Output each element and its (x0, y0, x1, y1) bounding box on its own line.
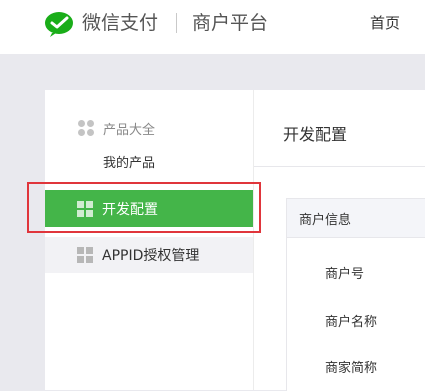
nav-home-link[interactable]: 首页 (370, 14, 400, 32)
sidebar-item-dev-config[interactable]: 开发配置 (45, 190, 253, 227)
brand-divider (176, 13, 177, 33)
sidebar-item-label: 开发配置 (102, 201, 158, 218)
brand-name: 微信支付 (82, 12, 159, 34)
sidebar-item-appid-auth[interactable]: APPID授权管理 (45, 237, 253, 273)
divider (254, 166, 425, 167)
sidebar-category-label: 产品大全 (103, 122, 156, 138)
dots-icon (78, 119, 95, 137)
grid-icon (77, 200, 93, 217)
field-label-merchant-name: 商户名称 (325, 315, 378, 330)
card-title: 商户信息 (299, 213, 352, 228)
sidebar-item-my-products[interactable]: 我的产品 (103, 152, 155, 171)
card-header: 商户信息 (287, 199, 425, 238)
top-header: 微信支付 商户平台 首页 (0, 0, 425, 54)
sidebar-category: 产品大全 (78, 119, 156, 138)
wechat-pay-logo-icon (45, 12, 73, 37)
sidebar-item-label: APPID授权管理 (102, 248, 200, 264)
platform-name: 商户平台 (192, 12, 269, 34)
page-title: 开发配置 (283, 125, 348, 144)
field-label-merchant-short-name: 商家简称 (325, 361, 378, 376)
grid-icon (77, 247, 93, 263)
field-label-merchant-id: 商户号 (325, 267, 365, 282)
